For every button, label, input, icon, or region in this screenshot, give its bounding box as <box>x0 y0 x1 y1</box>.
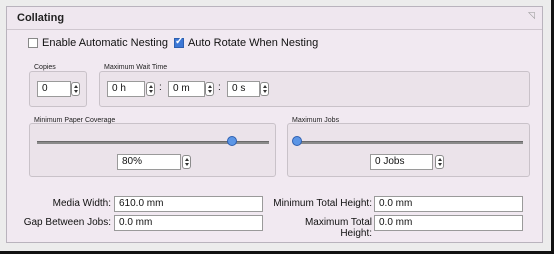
hours-input[interactable]: 0 h <box>107 81 145 97</box>
media-width-label: Media Width: <box>52 198 111 209</box>
min-total-height-input[interactable]: 0.0 mm <box>374 196 523 212</box>
media-width-input[interactable]: 610.0 mm <box>114 196 263 212</box>
auto-nesting-checkbox[interactable] <box>28 38 38 48</box>
minutes-seconds-separator: : <box>218 82 221 93</box>
copies-label: Copies <box>34 64 56 71</box>
max-jobs-stepper[interactable] <box>435 155 444 169</box>
max-jobs-slider-track[interactable] <box>294 141 523 144</box>
panel-title: Collating <box>17 12 65 24</box>
minutes-input[interactable]: 0 m <box>168 81 205 97</box>
copies-input[interactable]: 0 <box>37 81 71 97</box>
paper-coverage-input[interactable]: 80% <box>117 154 181 170</box>
seconds-input[interactable]: 0 s <box>227 81 260 97</box>
gap-between-jobs-input[interactable]: 0.0 mm <box>114 215 263 231</box>
auto-rotate-label: Auto Rotate When Nesting <box>187 37 319 49</box>
max-total-height-label: Maximum Total Height: <box>304 217 372 239</box>
seconds-stepper[interactable] <box>260 82 269 96</box>
paper-coverage-slider-knob[interactable] <box>227 136 237 146</box>
panel-header: Collating ◹ <box>7 7 542 30</box>
auto-rotate-checkbox[interactable] <box>173 36 184 48</box>
min-total-height-label: Minimum Total Height: <box>273 198 372 209</box>
hours-minutes-separator: : <box>159 82 162 93</box>
collating-panel: Collating ◹ Enable Automatic Nesting Aut… <box>6 6 543 243</box>
wait-time-group <box>99 71 530 107</box>
wait-time-label: Maximum Wait Time <box>104 64 168 71</box>
minutes-stepper[interactable] <box>205 82 214 96</box>
max-total-height-input[interactable]: 0.0 mm <box>374 215 523 231</box>
paper-coverage-stepper[interactable] <box>182 155 191 169</box>
resize-corner-icon[interactable]: ◹ <box>528 10 536 20</box>
max-jobs-input[interactable]: 0 Jobs <box>370 154 433 170</box>
max-jobs-label: Maximum Jobs <box>292 117 340 124</box>
copies-stepper[interactable] <box>71 82 80 96</box>
window: Collating ◹ Enable Automatic Nesting Aut… <box>0 0 554 254</box>
paper-coverage-label: Minimum Paper Coverage <box>34 117 116 124</box>
nesting-options: Enable Automatic Nesting Auto Rotate Whe… <box>28 36 324 49</box>
gap-between-jobs-label: Gap Between Jobs: <box>23 217 111 228</box>
hours-stepper[interactable] <box>146 82 155 96</box>
max-jobs-slider-knob[interactable] <box>292 136 302 146</box>
auto-nesting-label: Enable Automatic Nesting <box>42 37 168 49</box>
